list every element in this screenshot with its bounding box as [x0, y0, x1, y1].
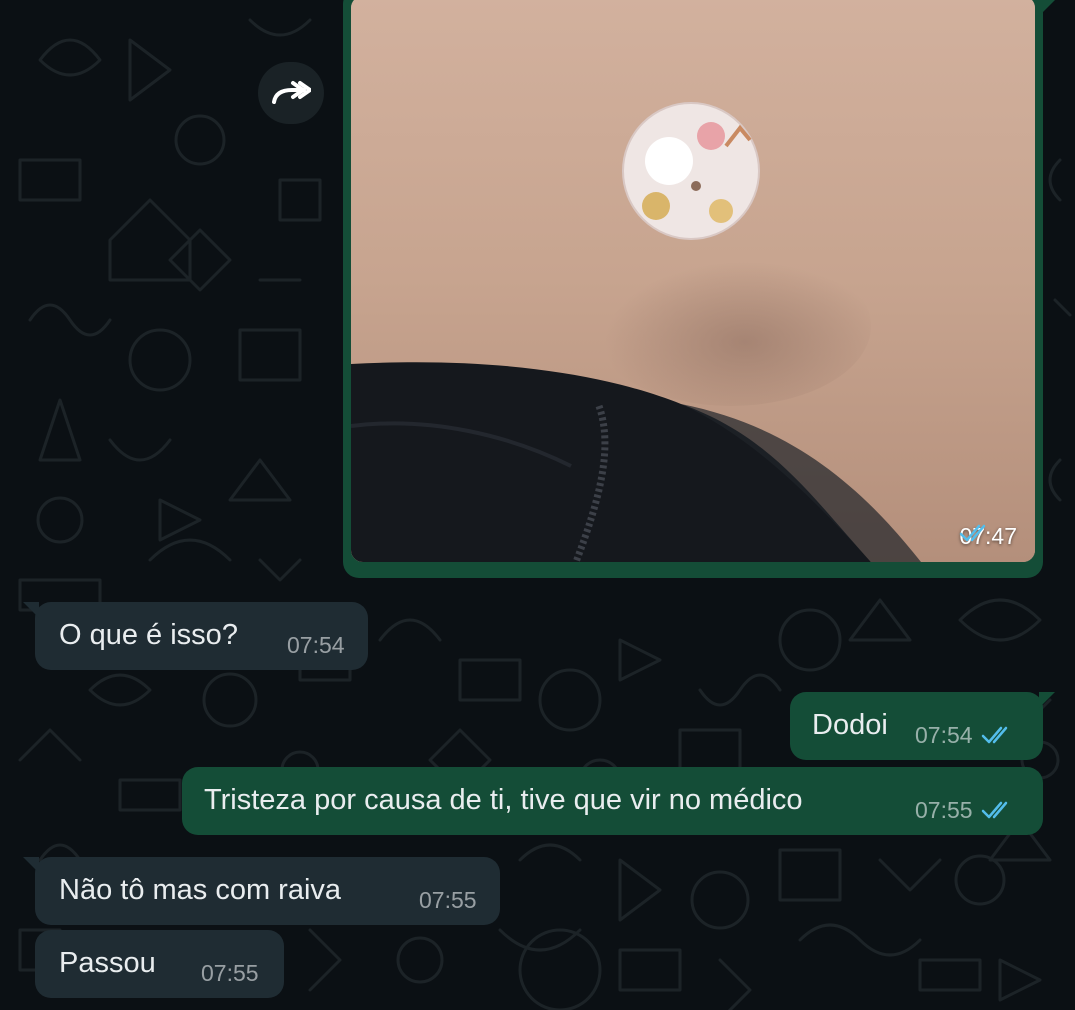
read-ticks-icon — [981, 726, 1007, 744]
bubble-tail — [1039, 692, 1055, 708]
message-text: Não tô mas com raiva — [59, 874, 342, 906]
bubble-tail — [23, 602, 39, 618]
message-time: 07:54 — [915, 722, 973, 748]
image-message-meta: 07:47 — [959, 523, 1017, 550]
outgoing-message[interactable]: Tristeza por causa de ti, tive que vir n… — [182, 767, 1043, 835]
forward-button[interactable] — [258, 62, 324, 124]
message-time: 07:54 — [287, 632, 345, 658]
message-text: Dodoi — [812, 709, 888, 741]
message-meta: 07:54 — [915, 718, 1015, 752]
message-meta: 07:55 — [915, 793, 1015, 827]
incoming-message[interactable]: Passou 07:55 — [35, 930, 284, 998]
message-time: 07:55 — [915, 797, 973, 823]
arm-with-bandage-image — [351, 0, 1035, 562]
message-time: 07:55 — [419, 887, 477, 913]
message-photo[interactable]: 07:47 — [351, 0, 1035, 562]
incoming-message[interactable]: Não tô mas com raiva 07:55 — [23, 857, 500, 925]
message-text: Passou — [59, 947, 156, 979]
forward-icon — [272, 81, 311, 104]
message-text: O que é isso? — [59, 619, 238, 651]
message-text: Tristeza por causa de ti, tive que vir n… — [204, 784, 803, 816]
read-ticks-icon — [960, 524, 986, 542]
incoming-message[interactable]: O que é isso? 07:54 — [23, 602, 368, 670]
message-time: 07:55 — [201, 960, 259, 986]
outgoing-message[interactable]: Dodoi 07:54 — [790, 692, 1055, 760]
read-ticks-icon — [981, 801, 1007, 819]
image-message[interactable]: 07:47 — [343, 0, 1055, 578]
bubble-tail — [23, 857, 39, 873]
